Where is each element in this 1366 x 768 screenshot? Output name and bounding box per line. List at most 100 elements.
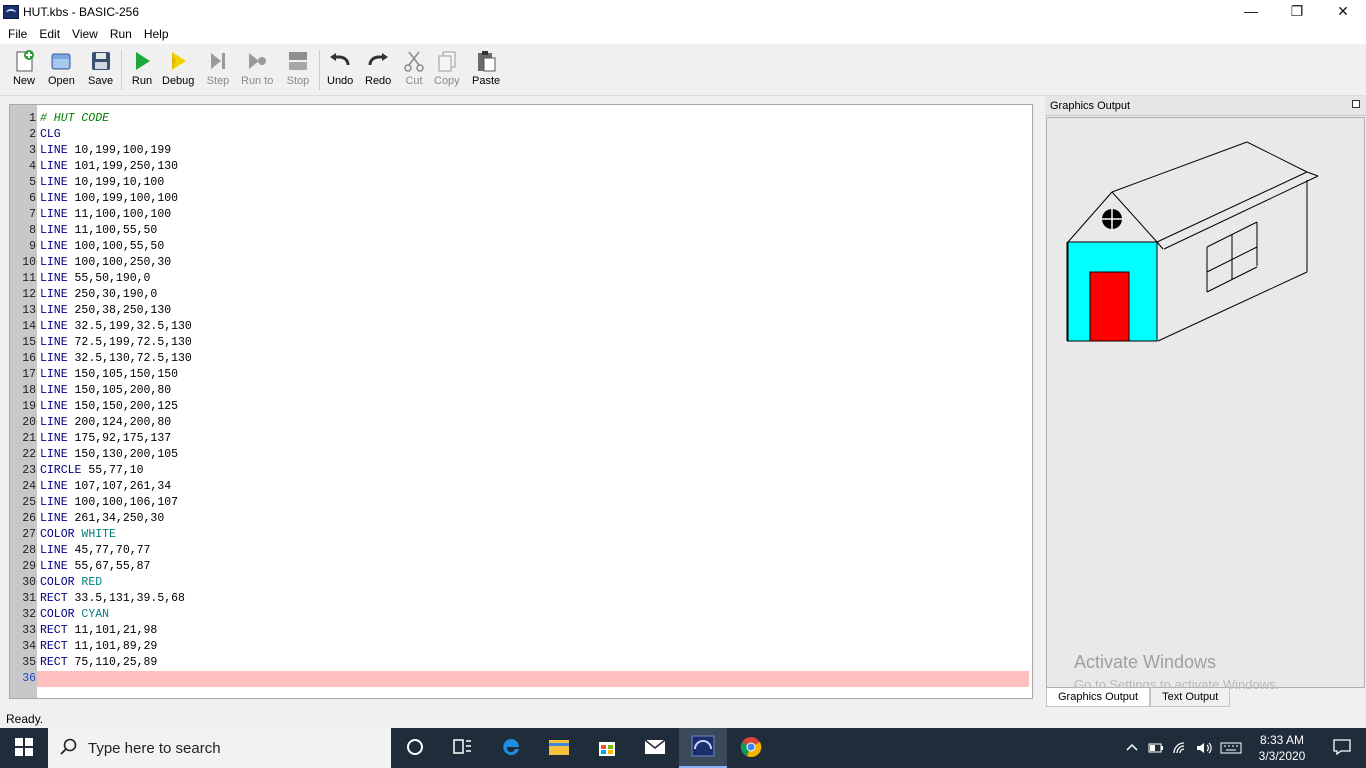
basic256-taskbar-button[interactable] [679, 728, 727, 768]
code-line[interactable]: 28 LINE 45,77,70,77 [10, 543, 1032, 559]
edge-browser-button[interactable] [487, 728, 535, 768]
code-line[interactable]: 18 LINE 150,105,200,80 [10, 383, 1032, 399]
code-line[interactable]: 2 CLG [10, 127, 1032, 143]
code-keyword: LINE [40, 272, 68, 285]
mail-button[interactable] [631, 728, 679, 768]
code-line[interactable]: 26 LINE 261,34,250,30 [10, 511, 1032, 527]
code-line[interactable]: 31 RECT 33.5,131,39.5,68 [10, 591, 1032, 607]
code-line[interactable]: 3 LINE 10,199,100,199 [10, 143, 1032, 159]
code-line[interactable]: 19 LINE 150,150,200,125 [10, 399, 1032, 415]
line-number: 21 [22, 432, 36, 445]
code-line[interactable]: 8 LINE 11,100,55,50 [10, 223, 1032, 239]
code-line[interactable]: 24 LINE 107,107,261,34 [10, 479, 1032, 495]
run-button[interactable]: Run [130, 48, 154, 94]
code-keyword: CLG [40, 128, 61, 141]
close-button[interactable]: ✕ [1320, 0, 1366, 22]
code-keyword: RECT [40, 640, 68, 653]
copy-button[interactable]: Copy [434, 48, 460, 94]
code-line[interactable]: 25 LINE 100,100,106,107 [10, 495, 1032, 511]
undock-icon[interactable] [1352, 100, 1360, 108]
windows-taskbar: Type here to search 8:33 AM 3/3/2020 [0, 728, 1366, 768]
code-line[interactable]: 11 LINE 55,50,190,0 [10, 271, 1032, 287]
code-line[interactable]: 17 LINE 150,105,150,150 [10, 367, 1032, 383]
open-button[interactable]: Open [48, 48, 75, 94]
line-number: 30 [22, 576, 36, 589]
menu-edit[interactable]: Edit [33, 27, 66, 41]
code-line[interactable]: 33 RECT 11,101,21,98 [10, 623, 1032, 639]
file-explorer-button[interactable] [535, 728, 583, 768]
code-line[interactable]: 34 RECT 11,101,89,29 [10, 639, 1032, 655]
undo-button[interactable]: Undo [327, 48, 353, 94]
notification-icon [1333, 738, 1351, 758]
step-button[interactable]: Step [206, 48, 230, 94]
copy-label: Copy [434, 75, 460, 87]
code-arguments: 101,199,250,130 [67, 160, 179, 173]
code-keyword: LINE [40, 336, 68, 349]
code-line[interactable]: 29 LINE 55,67,55,87 [10, 559, 1032, 575]
line-number: 26 [22, 512, 36, 525]
code-line[interactable]: 12 LINE 250,30,190,0 [10, 287, 1032, 303]
code-line[interactable]: 35 RECT 75,110,25,89 [10, 655, 1032, 671]
code-line[interactable]: 36 [10, 671, 1032, 687]
code-line[interactable]: 15 LINE 72.5,199,72.5,130 [10, 335, 1032, 351]
run-to-button[interactable]: Run to [241, 48, 273, 94]
code-line[interactable]: 20 LINE 200,124,200,80 [10, 415, 1032, 431]
paste-button[interactable]: Paste [472, 48, 500, 94]
code-text: LINE 175,92,175,137 [37, 431, 1032, 447]
code-line[interactable]: 27 COLOR WHITE [10, 527, 1032, 543]
microsoft-store-button[interactable] [583, 728, 631, 768]
menu-help[interactable]: Help [138, 27, 175, 41]
code-editor[interactable]: 1 # HUT CODE 2 CLG 3 LINE 10,199,100,199 4 LINE… [9, 104, 1033, 699]
wifi-icon[interactable] [1168, 728, 1192, 768]
code-line[interactable]: 22 LINE 150,130,200,105 [10, 447, 1032, 463]
start-button[interactable] [0, 728, 48, 768]
code-line[interactable]: 9 LINE 100,100,55,50 [10, 239, 1032, 255]
chrome-button[interactable] [727, 728, 775, 768]
redo-button[interactable]: Redo [365, 48, 391, 94]
code-line[interactable]: 23 CIRCLE 55,77,10 [10, 463, 1032, 479]
code-keyword: LINE [40, 288, 68, 301]
menu-view[interactable]: View [66, 27, 104, 41]
code-line[interactable]: 13 LINE 250,38,250,130 [10, 303, 1032, 319]
restore-button[interactable]: ❐ [1274, 0, 1320, 22]
code-text: LINE 32.5,199,32.5,130 [37, 319, 1032, 335]
tab-text-output[interactable]: Text Output [1150, 688, 1231, 707]
taskbar-search-box[interactable]: Type here to search [48, 728, 391, 768]
code-line[interactable]: 21 LINE 175,92,175,137 [10, 431, 1032, 447]
code-line[interactable]: 6 LINE 100,199,100,100 [10, 191, 1032, 207]
tab-graphics-output[interactable]: Graphics Output [1046, 688, 1151, 707]
cut-button[interactable]: Cut [402, 48, 426, 94]
code-line[interactable]: 30 COLOR RED [10, 575, 1032, 591]
code-line[interactable]: 32 COLOR CYAN [10, 607, 1032, 623]
title-bar: HUT.kbs - BASIC-256 — ❐ ✕ [0, 0, 1366, 24]
code-line[interactable]: 10 LINE 100,100,250,30 [10, 255, 1032, 271]
volume-icon[interactable] [1192, 728, 1216, 768]
save-button[interactable]: Save [88, 48, 113, 94]
minimize-button[interactable]: — [1228, 0, 1274, 22]
code-arguments: 100,100,106,107 [67, 496, 179, 509]
battery-icon[interactable] [1144, 728, 1168, 768]
code-line[interactable]: 1 # HUT CODE [10, 111, 1032, 127]
stop-button[interactable]: Stop [286, 48, 310, 94]
code-arguments: 261,34,250,30 [67, 512, 165, 525]
menu-file[interactable]: File [2, 27, 33, 41]
cortana-button[interactable] [391, 728, 439, 768]
code-line[interactable]: 14 LINE 32.5,199,32.5,130 [10, 319, 1032, 335]
chevron-up-icon[interactable] [1120, 728, 1144, 768]
task-view-button[interactable] [439, 728, 487, 768]
notification-center-button[interactable] [1318, 728, 1366, 768]
debug-button[interactable]: Debug [162, 48, 194, 94]
menu-run[interactable]: Run [104, 27, 138, 41]
new-button[interactable]: New [12, 48, 36, 94]
taskbar-clock[interactable]: 8:33 AM 3/3/2020 [1246, 732, 1318, 764]
code-text: LINE 11,100,55,50 [37, 223, 1032, 239]
code-line[interactable]: 16 LINE 32.5,130,72.5,130 [10, 351, 1032, 367]
code-line[interactable]: 7 LINE 11,100,100,100 [10, 207, 1032, 223]
new-file-icon [12, 48, 36, 74]
code-line[interactable]: 5 LINE 10,199,10,100 [10, 175, 1032, 191]
save-floppy-icon [89, 48, 113, 74]
code-arguments: 150,130,200,105 [67, 448, 179, 461]
basic256-taskbar-icon [691, 735, 715, 760]
code-line[interactable]: 4 LINE 101,199,250,130 [10, 159, 1032, 175]
keyboard-icon[interactable] [1216, 728, 1246, 768]
